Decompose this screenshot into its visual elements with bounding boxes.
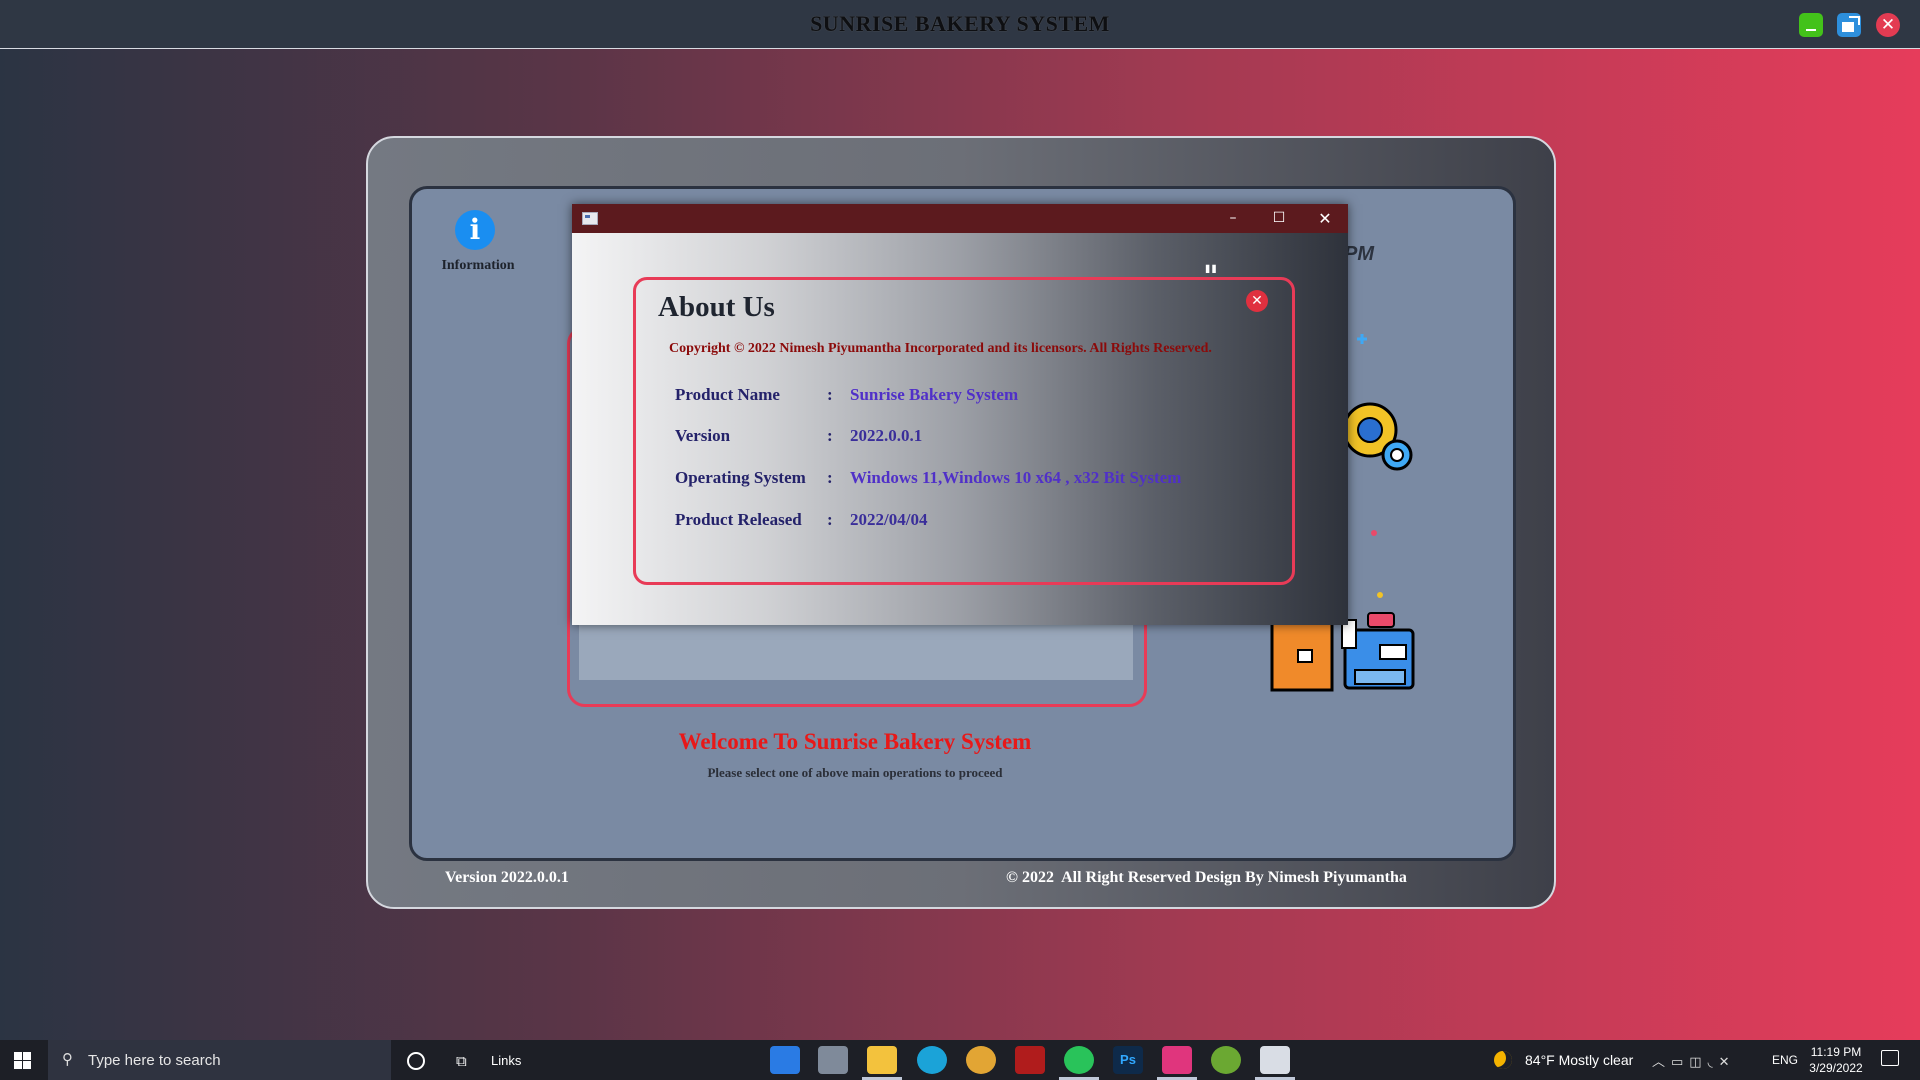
clock-text: PM xyxy=(1344,243,1374,265)
close-button[interactable]: ✕ xyxy=(1876,13,1900,37)
weather-text[interactable]: 84°F Mostly clear xyxy=(1525,1052,1633,1068)
about-copyright: Copyright © 2022 Nimesh Piyumantha Incor… xyxy=(669,341,1212,356)
weather-moon-icon[interactable] xyxy=(1494,1051,1512,1069)
clock-date: 3/29/2022 xyxy=(1809,1061,1863,1075)
search-icon: ⚲ xyxy=(62,1050,73,1068)
welcome-subtitle: Please select one of above main operatio… xyxy=(707,765,1003,780)
welcome-title: Welcome To Sunrise Bakery System xyxy=(678,729,1032,754)
file-manager-icon[interactable] xyxy=(818,1046,848,1074)
java-app-icon[interactable] xyxy=(1255,1046,1295,1080)
info-row-label: Product Released xyxy=(675,510,802,529)
notification-icon[interactable] xyxy=(1881,1050,1899,1066)
info-row-value: Windows 11,Windows 10 x64 , x32 Bit Syst… xyxy=(850,468,1182,487)
dialog-minimize-button[interactable]: – xyxy=(1210,204,1256,233)
footer-version: Version 2022.0.0.1 xyxy=(445,869,569,886)
operations-panel-strip xyxy=(579,620,1133,680)
windows-start-icon[interactable] xyxy=(14,1052,31,1069)
info-row-separator: : xyxy=(827,468,833,487)
photoshop-icon[interactable]: Ps xyxy=(1113,1046,1143,1074)
window-app-icon xyxy=(582,212,598,225)
intellij-icon[interactable] xyxy=(1157,1046,1197,1080)
dialog-title-bar[interactable]: – ☐ ✕ xyxy=(572,204,1348,233)
info-row-label: Product Name xyxy=(675,385,780,404)
info-row-value: 2022/04/04 xyxy=(850,510,928,529)
info-row-separator: : xyxy=(827,426,833,445)
info-row-label: Operating System xyxy=(675,468,806,487)
snagit-icon[interactable] xyxy=(1211,1046,1241,1074)
information-label[interactable]: Information xyxy=(431,258,525,274)
footer-copyright: © 2022 All Right Reserved Design By Nime… xyxy=(1006,869,1407,886)
about-title: About Us xyxy=(658,291,775,323)
file-explorer-icon[interactable] xyxy=(862,1046,902,1080)
filezilla-icon[interactable] xyxy=(1015,1046,1045,1074)
dialog-close-button[interactable]: ✕ xyxy=(1302,204,1348,233)
app-title-bar: SUNRISE BAKERY SYSTEM ✕ xyxy=(0,0,1920,49)
chrome-icon[interactable] xyxy=(966,1046,996,1074)
minimize-button[interactable] xyxy=(1799,13,1823,37)
info-row-value: Sunrise Bakery System xyxy=(850,385,1019,404)
maximize-button[interactable] xyxy=(1837,13,1861,37)
info-row-separator: : xyxy=(827,385,833,404)
mail-icon[interactable] xyxy=(770,1046,800,1074)
info-row-label: Version xyxy=(675,426,731,445)
dialog-maximize-button[interactable]: ☐ xyxy=(1256,204,1302,233)
information-icon[interactable]: i xyxy=(455,210,495,250)
whatsapp-icon[interactable] xyxy=(1059,1046,1099,1080)
cortana-icon[interactable] xyxy=(407,1052,425,1070)
search-placeholder: Type here to search xyxy=(88,1052,221,1069)
app-title: SUNRISE BAKERY SYSTEM xyxy=(810,11,1110,36)
quote-icon: " xyxy=(1203,260,1219,295)
taskbar-clock[interactable]: 11:19 PM 3/29/2022 xyxy=(1808,1044,1864,1076)
about-close-button[interactable]: ✕ xyxy=(1246,290,1268,312)
taskbar: ⚲ Type here to search ⧉ Links Ps 84°F Mo… xyxy=(0,1040,1920,1080)
info-row-separator: : xyxy=(827,510,833,529)
task-view-icon[interactable]: ⧉ xyxy=(456,1052,467,1070)
links-toolbar[interactable]: Links xyxy=(491,1053,521,1068)
language-indicator[interactable]: ENG xyxy=(1772,1053,1798,1067)
edge-icon[interactable] xyxy=(917,1046,947,1074)
clock-time: 11:19 PM xyxy=(1810,1045,1862,1059)
taskbar-search-box[interactable]: ⚲ Type here to search xyxy=(48,1040,391,1080)
sparkle-icon xyxy=(1357,334,1367,344)
system-tray-icons[interactable]: ︿▭◫◟✕ xyxy=(1652,1051,1736,1070)
info-row-value: 2022.0.0.1 xyxy=(850,426,923,445)
